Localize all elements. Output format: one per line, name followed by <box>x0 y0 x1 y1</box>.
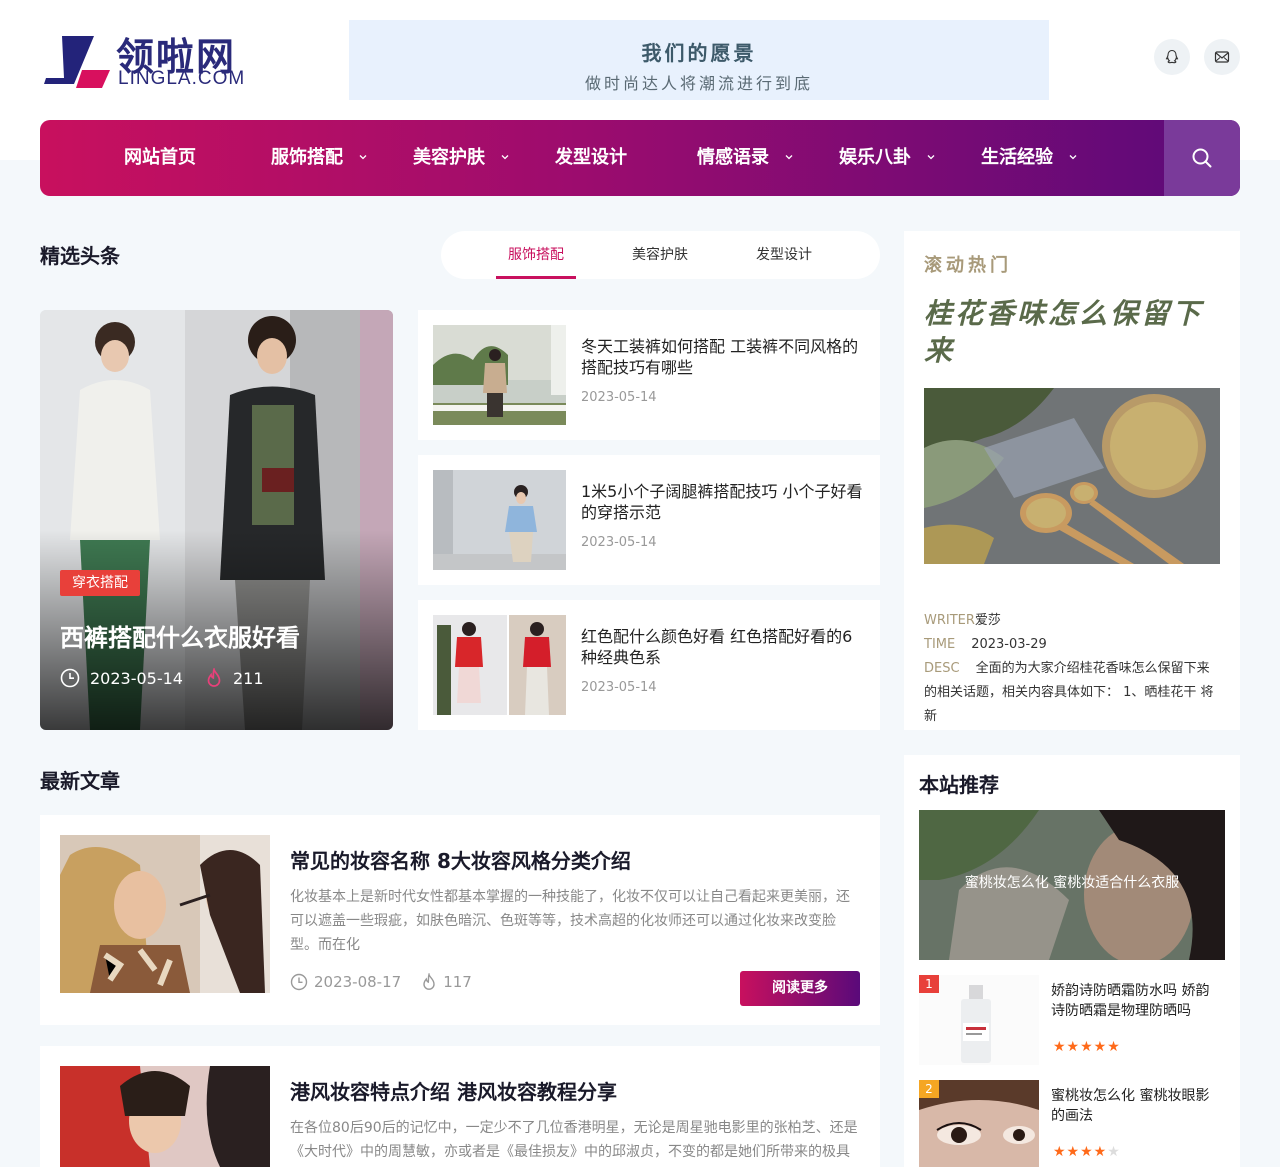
qq-button[interactable] <box>1154 39 1190 75</box>
hero-title[interactable]: 西裤搭配什么衣服好看 <box>60 618 300 653</box>
news-description: 在各位80后90后的记忆中，一定少不了几位香港明星，无论是周星驰电影里的张柏芝、… <box>290 1120 858 1160</box>
nav-item-hair[interactable]: 发型设计 <box>555 120 627 196</box>
nav-label: 美容护肤 <box>413 147 485 168</box>
nav-item-home[interactable]: 网站首页 <box>124 120 196 196</box>
tab-beauty[interactable]: 美容护肤 <box>620 231 700 279</box>
recommend-item[interactable]: 2 蜜桃妆怎么化 蜜桃妆眼影的画法 ★★★★★ <box>919 1080 1225 1167</box>
hot-panel: 滚动热门 桂花香味怎么保留下来 WRITER爱莎 TIME 2023-03-29 … <box>904 231 1240 730</box>
search-button[interactable] <box>1164 120 1240 196</box>
hot-writer: 爱莎 <box>974 613 1001 628</box>
read-more-button[interactable]: 阅读更多 <box>740 971 860 1006</box>
nav-label: 服饰搭配 <box>271 147 343 168</box>
hero-tag[interactable]: 穿衣搭配 <box>60 570 140 596</box>
recommend-item-title[interactable]: 蜜桃妆怎么化 蜜桃妆眼影的画法 <box>1051 1086 1223 1126</box>
chevron-down-icon[interactable] <box>926 152 936 162</box>
chevron-down-icon[interactable] <box>1068 152 1078 162</box>
nav-item-fashion[interactable]: 服饰搭配 <box>271 120 343 196</box>
logo-mark-icon <box>44 36 110 88</box>
recommend-panel: 本站推荐 蜜桃妆怎么化 蜜桃妆适合什么衣服 1 娇韵诗防晒霜防水吗 娇韵诗防晒霜… <box>904 755 1240 1167</box>
news-thumbnail <box>60 835 270 993</box>
clock-icon <box>60 668 80 688</box>
clock-icon <box>290 973 308 991</box>
vision-title: 我们的愿景 <box>641 41 757 65</box>
news-title[interactable]: 港风妆容特点介绍 港风妆容教程分享 <box>290 1076 617 1105</box>
article-thumbnail <box>433 325 566 425</box>
tab-fashion[interactable]: 服饰搭配 <box>496 231 576 279</box>
article-title[interactable]: 冬天工装裤如何搭配 工装裤不同风格的搭配技巧有哪些 <box>581 336 866 378</box>
recommend-item[interactable]: 1 娇韵诗防晒霜防水吗 娇韵诗防晒霜是物理防晒吗 ★★★★★ <box>919 975 1225 1065</box>
article-card[interactable]: 红色配什么颜色好看 红色搭配好看的6种经典色系 2023-05-14 <box>418 600 880 730</box>
hot-title[interactable]: 桂花香味怎么保留下来 <box>924 295 1214 369</box>
news-card[interactable]: 港风妆容特点介绍 港风妆容教程分享 在各位80后90后的记忆中，一定少不了几位香… <box>40 1046 880 1167</box>
hero-meta: 2023-05-14 211 <box>60 668 264 688</box>
article-card[interactable]: 1米5小个子阔腿裤搭配技巧 小个子好看的穿搭示范 2023-05-14 <box>418 455 880 585</box>
search-icon <box>1192 148 1212 168</box>
hero-card[interactable]: 穿衣搭配 西裤搭配什么衣服好看 2023-05-14 211 <box>40 310 393 730</box>
fire-icon <box>207 668 221 687</box>
vision-banner: 我们的愿景 做时尚达人将潮流进行到底 <box>349 20 1049 100</box>
recommend-title: 本站推荐 <box>919 773 999 797</box>
site-logo[interactable]: 领啦网 LINGLA.COM <box>40 26 260 96</box>
article-date: 2023-05-14 <box>581 535 657 550</box>
rank-badge: 2 <box>919 1080 939 1098</box>
chevron-down-icon[interactable] <box>358 152 368 162</box>
article-date: 2023-05-14 <box>581 390 657 405</box>
main-nav: 网站首页 服饰搭配 美容护肤 发型设计 情感语录 娱乐八卦 生活经验 <box>40 120 1240 196</box>
article-thumbnail <box>433 470 566 570</box>
nav-item-life[interactable]: 生活经验 <box>981 120 1053 196</box>
hot-desc-row: DESC 全面的为大家介绍桂花香味怎么保留下来的相关话题，相关内容具体如下： 1、… <box>924 657 1220 729</box>
recommend-banner-caption: 蜜桃妆怎么化 蜜桃妆适合什么衣服 <box>964 875 1180 891</box>
hot-writer-row: WRITER爱莎 <box>924 609 1220 633</box>
chevron-down-icon[interactable] <box>500 152 510 162</box>
recommend-item-title[interactable]: 娇韵诗防晒霜防水吗 娇韵诗防晒霜是物理防晒吗 <box>1051 981 1223 1021</box>
news-card[interactable]: 常见的妆容名称 8大妆容风格分类介绍 化妆基本上是新时代女性都基本掌握的一种技能… <box>40 815 880 1025</box>
hot-time-row: TIME 2023-03-29 <box>924 633 1220 657</box>
article-thumbnail <box>433 615 566 715</box>
nav-item-emotion[interactable]: 情感语录 <box>697 120 769 196</box>
fire-icon <box>423 973 435 990</box>
qq-icon <box>1165 49 1179 64</box>
recommend-banner[interactable]: 蜜桃妆怎么化 蜜桃妆适合什么衣服 <box>919 810 1225 960</box>
star-rating-4: ★★★★★ <box>1053 1144 1121 1160</box>
nav-label: 生活经验 <box>981 147 1053 168</box>
article-title[interactable]: 红色配什么颜色好看 红色搭配好看的6种经典色系 <box>581 626 866 668</box>
featured-tabs: 服饰搭配 美容护肤 发型设计 <box>441 231 880 279</box>
article-date: 2023-05-14 <box>581 680 657 695</box>
news-views: 117 <box>443 973 472 991</box>
vision-subtitle: 做时尚达人将潮流进行到底 <box>584 74 813 93</box>
mail-button[interactable] <box>1204 39 1240 75</box>
hot-image[interactable] <box>924 388 1220 564</box>
star-rating-5: ★★★★★ <box>1053 1039 1121 1055</box>
news-meta: 2023-08-17 117 <box>290 973 472 991</box>
latest-title: 最新文章 <box>40 769 120 793</box>
hot-time: 2023-03-29 <box>971 637 1047 652</box>
featured-title: 精选头条 <box>40 244 120 268</box>
news-thumbnail <box>60 1066 270 1167</box>
article-card[interactable]: 冬天工装裤如何搭配 工装裤不同风格的搭配技巧有哪些 2023-05-14 <box>418 310 880 440</box>
logo-text-en: LINGLA.COM <box>118 68 246 89</box>
hero-date: 2023-05-14 <box>90 668 183 688</box>
news-description: 化妆基本上是新时代女性都基本掌握的一种技能了，化妆不仅可以让自己看起来更美丽，还… <box>290 889 850 953</box>
tab-hair[interactable]: 发型设计 <box>744 231 824 279</box>
news-title[interactable]: 常见的妆容名称 8大妆容风格分类介绍 <box>290 845 631 874</box>
nav-item-beauty[interactable]: 美容护肤 <box>413 120 485 196</box>
nav-item-entertainment[interactable]: 娱乐八卦 <box>839 120 911 196</box>
article-title[interactable]: 1米5小个子阔腿裤搭配技巧 小个子好看的穿搭示范 <box>581 481 866 523</box>
news-date: 2023-08-17 <box>314 973 402 991</box>
hot-writer-label: WRITER <box>924 613 975 628</box>
nav-label: 娱乐八卦 <box>839 147 911 168</box>
hot-desc: 全面的为大家介绍桂花香味怎么保留下来的相关话题，相关内容具体如下： 1、晒桂花干… <box>924 661 1214 724</box>
hot-heading: 滚动热门 <box>924 255 1012 276</box>
active-tab-indicator <box>496 276 576 279</box>
hot-desc-label: DESC <box>924 661 960 676</box>
hot-time-label: TIME <box>924 637 956 652</box>
mail-icon <box>1214 51 1230 63</box>
hero-views: 211 <box>232 668 264 688</box>
nav-label: 发型设计 <box>555 147 627 168</box>
chevron-down-icon[interactable] <box>784 152 794 162</box>
nav-label: 网站首页 <box>124 147 196 168</box>
nav-label: 情感语录 <box>697 147 769 168</box>
rank-badge: 1 <box>919 975 939 993</box>
